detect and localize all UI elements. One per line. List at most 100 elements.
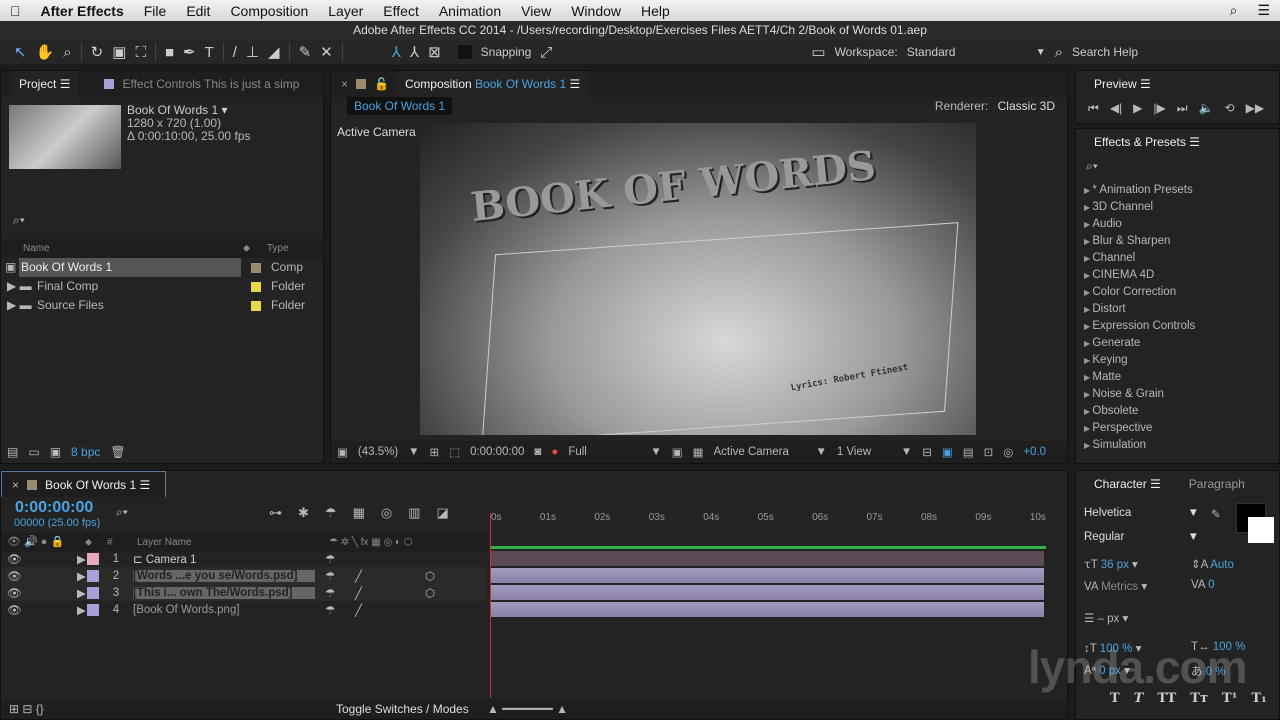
effects-category[interactable]: Noise & Grain (1076, 386, 1279, 403)
pan-behind-tool-icon[interactable]: ⛶ (135, 44, 146, 61)
close-icon[interactable]: × (12, 478, 19, 492)
col-type[interactable]: Type (267, 239, 289, 258)
region-icon[interactable]: ▣ (672, 445, 683, 459)
always-preview-icon[interactable]: ▣ (337, 445, 348, 459)
hand-tool-icon[interactable]: ✋ (36, 43, 55, 61)
menu-file[interactable]: File (134, 3, 177, 19)
layer-row[interactable]: 👁 ▶ 1 ⊏ Camera 1 ☂ (1, 550, 487, 567)
rectangle-tool-icon[interactable]: ■ (165, 44, 174, 61)
time-ruler[interactable]: 0s 01s 02s 03s 04s 05s 06s 07s 08s 09s 10s (491, 499, 1046, 529)
trash-icon[interactable]: 🗑 (110, 445, 125, 459)
tab-project[interactable]: Project ☰ (11, 71, 79, 97)
new-folder-icon[interactable]: ▭ (28, 445, 39, 459)
pen-tool-icon[interactable]: ✒ (183, 43, 196, 61)
ram-preview-icon[interactable]: ▶▶ (1246, 101, 1264, 116)
workspace-select[interactable]: Standard (907, 45, 1027, 59)
font-family-select[interactable]: Helvetica ▼ (1084, 507, 1199, 519)
hide-shy-icon[interactable]: ☂ (325, 505, 337, 521)
effects-category[interactable]: Keying (1076, 352, 1279, 369)
tab-paragraph[interactable]: Paragraph (1189, 477, 1245, 491)
mask-visibility-icon[interactable]: ⬚ (449, 445, 460, 459)
effects-category[interactable]: CINEMA 4D (1076, 267, 1279, 284)
effects-category[interactable]: Generate (1076, 335, 1279, 352)
graph-editor-icon[interactable]: ◪ (437, 505, 449, 521)
rotate-tool-icon[interactable]: ↻ (91, 43, 104, 61)
selection-tool-icon[interactable]: ↖ (14, 43, 27, 61)
last-frame-icon[interactable]: ⏭ (1177, 101, 1188, 116)
app-menu[interactable]: After Effects (31, 3, 134, 19)
roto-brush-tool-icon[interactable]: ✎ (299, 43, 312, 61)
comp-viewer[interactable]: BOOK OF WORDS Lyrics: Robert Ftinest (420, 123, 976, 435)
comp-mini-flowchart-icon[interactable]: ⊶ (269, 505, 282, 521)
draft-3d-icon[interactable]: ✱ (298, 505, 309, 521)
zoom-tool-icon[interactable]: ⌕ (63, 44, 71, 61)
reset-exposure-icon[interactable]: ◎ (1003, 445, 1013, 459)
channel-icon[interactable]: ● (551, 446, 558, 458)
menu-view[interactable]: View (511, 3, 561, 19)
effects-category[interactable]: Simulation (1076, 437, 1279, 454)
effects-category[interactable]: Color Correction (1076, 284, 1279, 301)
spotlight-icon[interactable]: ⌕ (1220, 2, 1248, 19)
audio-icon[interactable]: 🔈 (1199, 101, 1214, 116)
tab-character[interactable]: Character ☰ (1086, 471, 1169, 497)
camera-select[interactable]: Active Camera (713, 446, 805, 458)
effects-category[interactable]: Perspective (1076, 420, 1279, 437)
timeline-icon[interactable]: ▤ (963, 445, 974, 459)
local-axis-icon[interactable]: ⅄ (392, 43, 401, 61)
bpc-button[interactable]: 8 bpc (71, 445, 100, 459)
magnification-select[interactable]: (43.5%) (358, 446, 398, 458)
snap-icon[interactable]: ⤢ (540, 44, 552, 61)
layer-row[interactable]: 👁 ▶ 4 [Book Of Words.png] ☂ ╱ (1, 601, 487, 618)
eraser-tool-icon[interactable]: ◢ (268, 43, 280, 61)
menu-window[interactable]: Window (561, 3, 631, 19)
menu-edit[interactable]: Edit (176, 3, 220, 19)
toggle-switches-modes[interactable]: Toggle Switches / Modes (336, 702, 469, 716)
current-time[interactable]: 0:00:00:00 (470, 446, 524, 458)
tab-effect-controls[interactable]: Effect Controls This is just a simp (122, 77, 299, 91)
brush-tool-icon[interactable]: / (233, 44, 237, 61)
effects-category[interactable]: 3D Channel (1076, 199, 1279, 216)
stroke-color-swatch[interactable] (1248, 517, 1274, 543)
list-item[interactable]: ▶ ▬ Source Files Folder (1, 296, 323, 315)
lock-icon[interactable]: 🔓 (374, 77, 389, 91)
effects-category[interactable]: Distort (1076, 301, 1279, 318)
puppet-pin-tool-icon[interactable]: ✕ (320, 43, 333, 61)
camera-tool-icon[interactable]: ▣ (112, 43, 126, 61)
safe-zones-icon[interactable]: ⊞ (430, 445, 440, 459)
layer-bounding-box[interactable] (481, 222, 959, 435)
effects-category[interactable]: Channel (1076, 250, 1279, 267)
layer-switches-icon[interactable]: ⊞ ⊟ {} (9, 702, 44, 716)
world-axis-icon[interactable]: ⅄ (410, 43, 419, 61)
menu-effect[interactable]: Effect (373, 3, 429, 19)
new-comp-icon[interactable]: ▣ (50, 445, 61, 459)
project-search[interactable]: ⌕▾ (13, 213, 25, 228)
pixel-aspect-icon[interactable]: ⊟ (922, 445, 932, 459)
layer-duration-bar[interactable] (491, 602, 1044, 617)
list-icon[interactable]: ☰ (1247, 2, 1280, 19)
layer-duration-bar[interactable] (491, 585, 1044, 600)
transparency-grid-icon[interactable]: ▦ (693, 445, 704, 459)
tracking[interactable]: 0 (1208, 579, 1214, 591)
snapping-checkbox[interactable] (457, 45, 472, 59)
motion-blur-icon[interactable]: ◎ (381, 505, 392, 521)
leading[interactable]: Auto (1210, 559, 1234, 571)
snapshot-icon[interactable]: ◙ (534, 446, 541, 458)
col-name[interactable]: Name (23, 239, 243, 258)
tab-composition[interactable]: Composition Book Of Words 1 ☰ (396, 71, 589, 97)
chevron-down-icon[interactable]: ▼ (1036, 47, 1046, 58)
stroke-width[interactable]: – px (1098, 613, 1120, 625)
next-frame-icon[interactable]: |▶ (1153, 101, 1165, 116)
layer-duration-bar[interactable] (491, 551, 1044, 566)
zoom-slider[interactable]: ▲ ━━━━━━━ ▲ (487, 702, 568, 716)
eyedropper-icon[interactable]: ✎ (1211, 507, 1221, 521)
effects-category[interactable]: Blur & Sharpen (1076, 233, 1279, 250)
menu-composition[interactable]: Composition (220, 3, 318, 19)
type-tool-icon[interactable]: T (205, 44, 214, 61)
effects-category[interactable]: Obsolete (1076, 403, 1279, 420)
prev-frame-icon[interactable]: ◀| (1110, 101, 1122, 116)
tab-timeline[interactable]: Book Of Words 1 ☰ (45, 478, 150, 492)
fast-previews-icon[interactable]: ▣ (942, 445, 953, 459)
view-axis-icon[interactable]: ⊠ (428, 43, 441, 61)
current-time-indicator[interactable] (490, 513, 491, 698)
exposure-value[interactable]: +0.0 (1023, 446, 1046, 458)
